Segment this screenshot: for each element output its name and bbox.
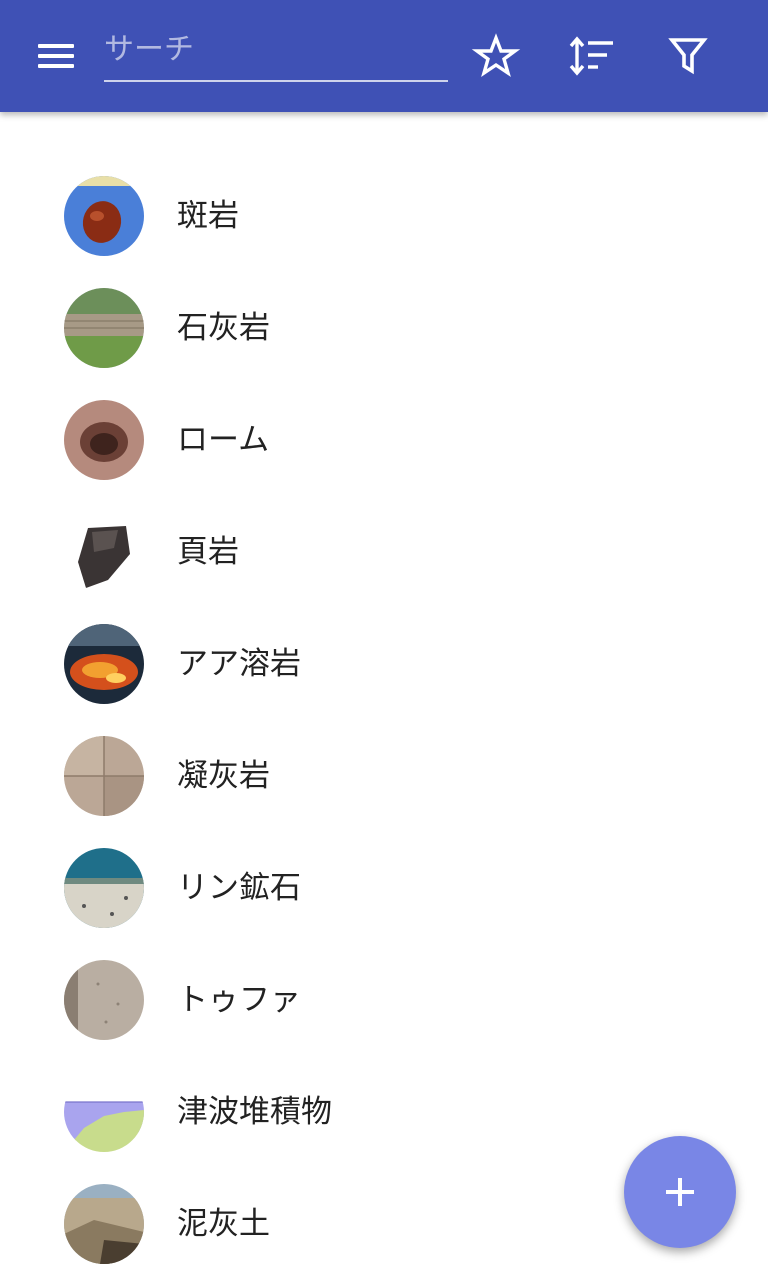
hamburger-menu-icon[interactable] — [24, 32, 88, 80]
list-item[interactable]: ローム — [0, 384, 768, 496]
filter-icon[interactable] — [660, 28, 716, 84]
rock-thumbnail — [64, 512, 144, 592]
favorites-star-icon[interactable] — [468, 28, 524, 84]
list-item[interactable]: 石灰岩 — [0, 272, 768, 384]
rock-name: トゥファ — [177, 982, 301, 1018]
app-bar — [0, 0, 768, 112]
sort-icon[interactable] — [564, 28, 620, 84]
rock-thumbnail — [64, 1072, 144, 1152]
list-item[interactable]: 斑岩 — [0, 160, 768, 272]
rock-thumbnail — [64, 288, 144, 368]
rock-name: 頁岩 — [177, 534, 239, 570]
rock-name: ローム — [177, 422, 270, 458]
rock-name: 泥灰土 — [177, 1206, 270, 1242]
rock-name: リン鉱石 — [177, 870, 301, 906]
list-item[interactable]: トゥファ — [0, 944, 768, 1056]
rock-thumbnail — [64, 848, 144, 928]
list-item[interactable]: 凝灰岩 — [0, 720, 768, 832]
rock-name: 石灰岩 — [177, 310, 270, 346]
rock-list: 斑岩 石灰岩 ローム 頁岩 アア溶岩 凝灰岩 リン鉱石 トゥファ 津波堆積物 泥… — [0, 160, 768, 1280]
rock-thumbnail — [64, 176, 144, 256]
rock-thumbnail — [64, 624, 144, 704]
search-underline — [104, 80, 448, 82]
rock-thumbnail — [64, 960, 144, 1040]
rock-thumbnail — [64, 1184, 144, 1264]
add-button[interactable] — [624, 1136, 736, 1248]
rock-name: 津波堆積物 — [177, 1094, 332, 1130]
rock-name: アア溶岩 — [177, 646, 301, 682]
list-item[interactable]: 頁岩 — [0, 496, 768, 608]
rock-name: 凝灰岩 — [177, 758, 270, 794]
search-field[interactable] — [104, 20, 448, 82]
search-input[interactable] — [104, 20, 448, 78]
rock-thumbnail — [64, 400, 144, 480]
rock-name: 斑岩 — [177, 198, 239, 234]
list-item[interactable]: アア溶岩 — [0, 608, 768, 720]
list-item[interactable]: リン鉱石 — [0, 832, 768, 944]
rock-thumbnail — [64, 736, 144, 816]
